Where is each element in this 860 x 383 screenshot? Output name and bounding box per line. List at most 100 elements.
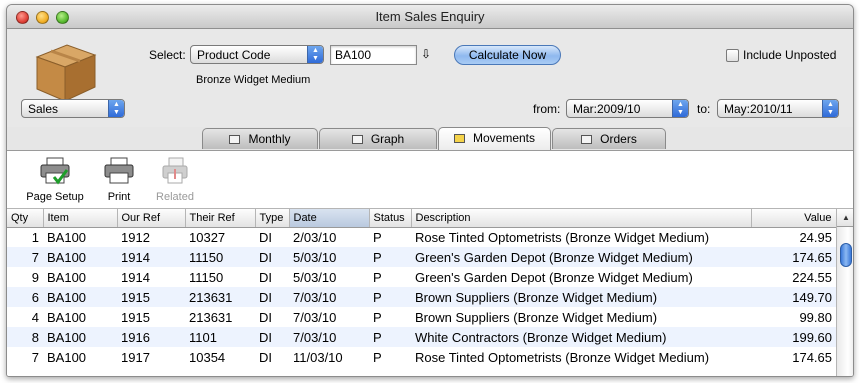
table-row[interactable]: 7 BA100 1917 10354 DI 11/03/10 P Rose Ti… bbox=[7, 347, 836, 367]
column-header-item[interactable]: Item bbox=[43, 209, 118, 228]
table-row[interactable]: 9 BA100 1914 11150 DI 5/03/10 P Green's … bbox=[7, 267, 836, 287]
cell-description: Green's Garden Depot (Bronze Widget Medi… bbox=[411, 247, 751, 267]
scroll-up-icon[interactable]: ▲ bbox=[837, 209, 853, 227]
popup-arrows-icon: ▲ ▼ bbox=[822, 100, 838, 117]
scroll-thumb[interactable] bbox=[840, 243, 852, 267]
cell-their-ref: 10327 bbox=[189, 229, 226, 245]
calendar-icon bbox=[229, 135, 241, 144]
cell-value: 149.70 bbox=[751, 287, 836, 307]
column-header-date[interactable]: Date bbox=[289, 209, 370, 228]
cell-value: 99.80 bbox=[799, 309, 832, 325]
movements-grid: Qty Item Our Ref Their Ref Type Date Sta… bbox=[7, 209, 837, 367]
from-period-popup[interactable]: Mar:2009/10 ▲ ▼ bbox=[566, 99, 689, 118]
table-header-row: Qty Item Our Ref Their Ref Type Date Sta… bbox=[7, 209, 837, 228]
cell-item: BA100 bbox=[47, 269, 87, 285]
select-label: Select: bbox=[149, 48, 186, 62]
cell-type: DI bbox=[255, 327, 289, 347]
cell-qty: 4 bbox=[31, 309, 39, 325]
cell-type: DI bbox=[255, 287, 289, 307]
movements-table: Qty Item Our Ref Their Ref Type Date Sta… bbox=[7, 208, 853, 376]
vertical-scrollbar[interactable]: ▲ bbox=[836, 209, 853, 376]
cell-item: BA100 bbox=[47, 349, 87, 365]
cell-value: 24.95 bbox=[799, 229, 832, 245]
tab-movements-label: Movements bbox=[472, 131, 536, 145]
code-lookup-arrow-icon[interactable]: ⇩ bbox=[421, 47, 431, 61]
print-button[interactable]: Print bbox=[97, 157, 141, 203]
cell-description: Rose Tinted Optometrists (Bronze Widget … bbox=[415, 229, 710, 245]
cell-description: Brown Suppliers (Bronze Widget Medium) bbox=[415, 309, 658, 325]
column-header-type[interactable]: Type bbox=[255, 209, 290, 228]
title-bar[interactable]: Item Sales Enquiry bbox=[7, 5, 853, 29]
to-label: to: bbox=[697, 102, 711, 116]
item-sales-enquiry-window: Item Sales Enquiry Select: Product Code … bbox=[6, 4, 854, 377]
column-header-status[interactable]: Status bbox=[369, 209, 412, 228]
column-header-their-ref[interactable]: Their Ref bbox=[185, 209, 256, 228]
orders-icon bbox=[581, 135, 593, 144]
tab-graph[interactable]: Graph bbox=[319, 128, 437, 149]
cell-value: 174.65 bbox=[751, 247, 836, 267]
mode-popup[interactable]: Sales ▲ ▼ bbox=[21, 99, 125, 118]
select-type-popup[interactable]: Product Code ▲ ▼ bbox=[190, 45, 324, 64]
include-unposted-checkbox[interactable] bbox=[726, 49, 739, 62]
cell-value: 199.60 bbox=[751, 327, 836, 347]
cell-qty: 7 bbox=[7, 247, 43, 267]
cell-type: DI bbox=[255, 247, 289, 267]
cell-status: P bbox=[373, 309, 382, 325]
include-unposted-label[interactable]: Include Unposted bbox=[743, 48, 836, 62]
cell-our-ref: 1916 bbox=[117, 327, 185, 347]
from-period-value: Mar:2009/10 bbox=[573, 102, 641, 116]
window-title: Item Sales Enquiry bbox=[375, 9, 485, 24]
cell-item: BA100 bbox=[47, 309, 87, 325]
from-label: from: bbox=[533, 102, 561, 116]
cell-type: DI bbox=[259, 309, 272, 325]
table-row[interactable]: 7 BA100 1914 11150 DI 5/03/10 P Green's … bbox=[7, 247, 836, 267]
table-row[interactable]: 1 BA100 1912 10327 DI 2/03/10 P Rose Tin… bbox=[7, 227, 836, 247]
related-button[interactable]: Related bbox=[153, 157, 197, 203]
cell-item: BA100 bbox=[43, 327, 117, 347]
cell-description: Green's Garden Depot (Bronze Widget Medi… bbox=[415, 269, 693, 285]
movements-icon bbox=[453, 134, 465, 143]
cell-qty: 1 bbox=[31, 229, 39, 245]
cell-date: 7/03/10 bbox=[289, 287, 369, 307]
column-header-qty[interactable]: Qty bbox=[7, 209, 44, 228]
table-row[interactable]: 8 BA100 1916 1101 DI 7/03/10 P White Con… bbox=[7, 327, 836, 347]
column-header-value[interactable]: Value bbox=[751, 209, 837, 228]
cell-value: 224.55 bbox=[792, 269, 832, 285]
cell-item: BA100 bbox=[43, 247, 117, 267]
cell-qty: 7 bbox=[31, 349, 39, 365]
product-code-field[interactable] bbox=[330, 45, 417, 65]
calculate-now-button[interactable]: Calculate Now bbox=[454, 45, 561, 65]
item-description: Bronze Widget Medium bbox=[196, 74, 311, 86]
cell-qty: 6 bbox=[7, 287, 43, 307]
tab-orders[interactable]: Orders bbox=[552, 128, 666, 149]
popup-arrows-icon: ▲ ▼ bbox=[108, 100, 124, 117]
cell-date: 5/03/10 bbox=[293, 269, 337, 285]
cell-status: P bbox=[369, 247, 411, 267]
cell-qty: 8 bbox=[7, 327, 43, 347]
page-setup-label: Page Setup bbox=[26, 191, 84, 203]
tab-monthly[interactable]: Monthly bbox=[202, 128, 318, 149]
cell-status: P bbox=[369, 327, 411, 347]
cell-description: Rose Tinted Optometrists (Bronze Widget … bbox=[415, 349, 710, 365]
cell-their-ref: 1101 bbox=[185, 327, 255, 347]
tab-movements[interactable]: Movements bbox=[438, 127, 551, 150]
cell-their-ref: 11150 bbox=[185, 247, 255, 267]
cell-status: P bbox=[373, 349, 382, 365]
column-header-our-ref[interactable]: Our Ref bbox=[117, 209, 186, 228]
cell-type: DI bbox=[259, 229, 272, 245]
cell-their-ref: 10354 bbox=[189, 349, 226, 365]
cell-date: 7/03/10 bbox=[289, 327, 369, 347]
table-row[interactable]: 4 BA100 1915 213631 DI 7/03/10 P Brown S… bbox=[7, 307, 836, 327]
table-row[interactable]: 6 BA100 1915 213631 DI 7/03/10 P Brown S… bbox=[7, 287, 836, 307]
cell-date: 5/03/10 bbox=[289, 247, 369, 267]
page-setup-button[interactable]: Page Setup bbox=[25, 157, 85, 203]
print-label: Print bbox=[107, 191, 131, 203]
column-header-description[interactable]: Description bbox=[411, 209, 752, 228]
related-label: Related bbox=[156, 191, 194, 203]
cell-our-ref: 1914 bbox=[121, 269, 150, 285]
tab-orders-label: Orders bbox=[600, 132, 637, 146]
to-period-popup[interactable]: May:2010/11 ▲ ▼ bbox=[717, 99, 839, 118]
related-document-icon bbox=[162, 157, 188, 184]
cell-qty: 9 bbox=[31, 269, 39, 285]
cell-status: P bbox=[373, 229, 382, 245]
